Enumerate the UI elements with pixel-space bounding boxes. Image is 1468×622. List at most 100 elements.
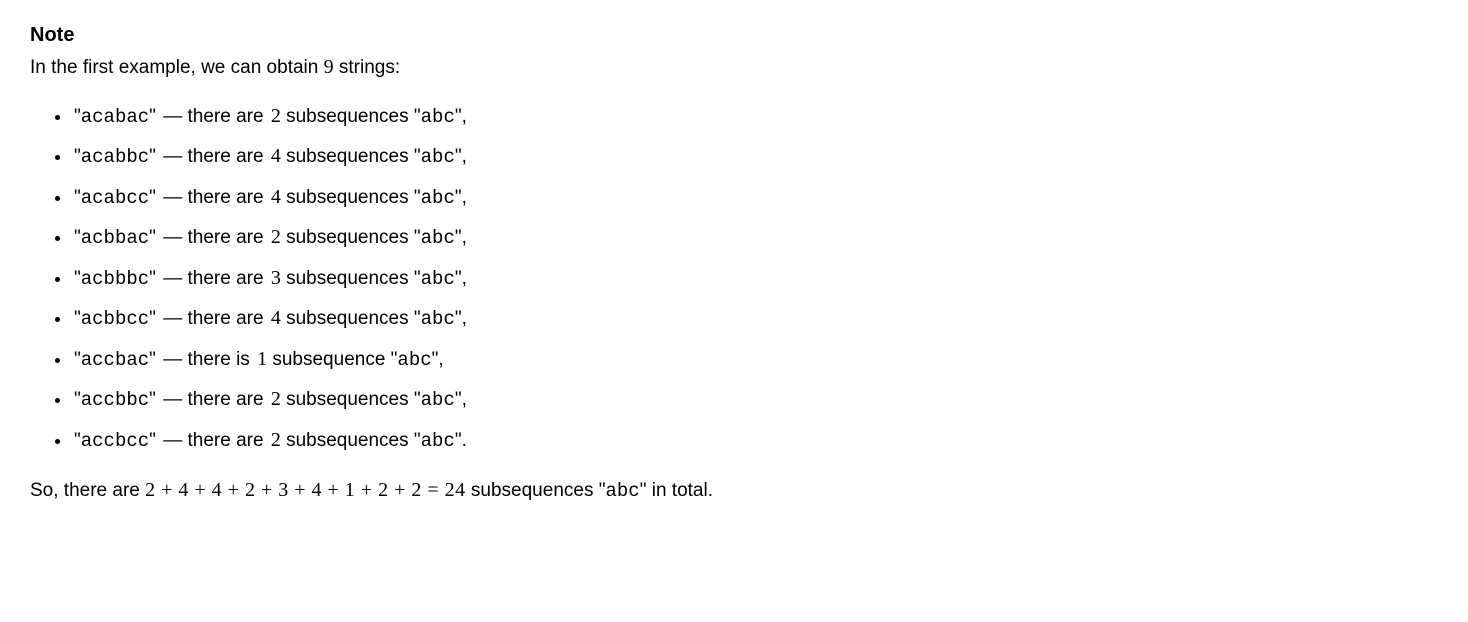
item-mid: subsequences	[281, 187, 414, 208]
summary-line: So, there are 2 + 4 + 4 + 2 + 3 + 4 + 1 …	[30, 475, 1438, 506]
list-item: "accbac" — there is 1 subsequence "abc",	[72, 344, 1438, 375]
item-phrase: — there are	[158, 430, 269, 451]
list-item: "acabac" — there are 2 subsequences "abc…	[72, 101, 1438, 132]
item-string: acbbbc	[81, 268, 149, 290]
intro-count: 9	[324, 56, 334, 78]
abc-code: abc	[605, 480, 639, 502]
quote-close-2: "	[455, 430, 462, 451]
item-phrase: — there are	[158, 106, 269, 127]
item-count: 1	[257, 348, 267, 370]
quote-open-2: "	[414, 146, 421, 167]
quote-close: "	[149, 106, 156, 127]
item-string: acabac	[81, 106, 149, 128]
item-count: 4	[271, 145, 281, 167]
quote-close: "	[149, 349, 156, 370]
item-string: acbbac	[81, 227, 149, 249]
quote-close: "	[149, 308, 156, 329]
list-item: "acabcc" — there are 4 subsequences "abc…	[72, 182, 1438, 213]
abc-code: abc	[421, 430, 455, 452]
abc-code: abc	[421, 227, 455, 249]
intro-prefix: In the first example, we can obtain	[30, 57, 324, 78]
item-count: 4	[271, 186, 281, 208]
quote-close-2: "	[455, 308, 462, 329]
quote-open: "	[74, 146, 81, 167]
item-string: acabbc	[81, 146, 149, 168]
item-mid: subsequences	[281, 227, 414, 248]
quote-close: "	[149, 430, 156, 451]
item-phrase: — there are	[158, 308, 269, 329]
summary-mid: subsequences	[466, 480, 599, 501]
quote-open: "	[74, 349, 81, 370]
item-phrase: — there are	[158, 389, 269, 410]
abc-code: abc	[421, 268, 455, 290]
item-mid: subsequence	[267, 349, 391, 370]
list-item: "acabbc" — there are 4 subsequences "abc…	[72, 141, 1438, 172]
item-count: 2	[271, 429, 281, 451]
item-terminator: ,	[462, 106, 467, 127]
item-count: 2	[271, 388, 281, 410]
list-item: "accbbc" — there are 2 subsequences "abc…	[72, 384, 1438, 415]
item-string: accbac	[81, 349, 149, 371]
item-terminator: ,	[462, 389, 467, 410]
quote-close-2: "	[455, 389, 462, 410]
item-string: acbbcc	[81, 308, 149, 330]
quote-open: "	[74, 227, 81, 248]
item-mid: subsequences	[281, 389, 414, 410]
quote-open-2: "	[414, 430, 421, 451]
summary-suffix: in total.	[646, 480, 713, 501]
quote-open: "	[74, 106, 81, 127]
list-item: "acbbbc" — there are 3 subsequences "abc…	[72, 263, 1438, 294]
item-mid: subsequences	[281, 268, 414, 289]
item-phrase: — there are	[158, 227, 269, 248]
summary-expression: 2 + 4 + 4 + 2 + 3 + 4 + 1 + 2 + 2 = 24	[145, 479, 466, 501]
summary-prefix: So, there are	[30, 480, 145, 501]
item-phrase: — there is	[158, 349, 255, 370]
item-terminator: ,	[462, 146, 467, 167]
abc-code: abc	[421, 389, 455, 411]
quote-close: "	[149, 389, 156, 410]
item-string: accbcc	[81, 430, 149, 452]
item-terminator: ,	[438, 349, 443, 370]
quote-close-2: "	[455, 268, 462, 289]
abc-code: abc	[397, 349, 431, 371]
item-terminator: ,	[462, 187, 467, 208]
item-terminator: .	[462, 430, 467, 451]
quote-open-2: "	[414, 268, 421, 289]
quote-open: "	[74, 389, 81, 410]
intro-line: In the first example, we can obtain 9 st…	[30, 52, 1438, 83]
item-mid: subsequences	[281, 146, 414, 167]
quote-open-2: "	[414, 308, 421, 329]
quote-close-2: "	[455, 106, 462, 127]
quote-close-2: "	[455, 227, 462, 248]
quote-close-2: "	[455, 187, 462, 208]
quote-open-2: "	[414, 106, 421, 127]
item-string: acabcc	[81, 187, 149, 209]
item-phrase: — there are	[158, 268, 269, 289]
item-string: accbbc	[81, 389, 149, 411]
list-item: "acbbcc" — there are 4 subsequences "abc…	[72, 303, 1438, 334]
abc-code: abc	[421, 106, 455, 128]
item-count: 2	[271, 105, 281, 127]
item-mid: subsequences	[281, 106, 414, 127]
list-item: "acbbac" — there are 2 subsequences "abc…	[72, 222, 1438, 253]
item-count: 3	[271, 267, 281, 289]
item-terminator: ,	[462, 227, 467, 248]
item-phrase: — there are	[158, 146, 269, 167]
item-phrase: — there are	[158, 187, 269, 208]
quote-open: "	[74, 430, 81, 451]
quote-open: "	[74, 268, 81, 289]
quote-close: "	[149, 187, 156, 208]
quote-close: "	[149, 268, 156, 289]
item-terminator: ,	[462, 268, 467, 289]
note-heading: Note	[30, 20, 1438, 50]
intro-suffix: strings:	[334, 57, 401, 78]
quote-open: "	[74, 187, 81, 208]
item-count: 2	[271, 226, 281, 248]
quote-close: "	[149, 227, 156, 248]
abc-code: abc	[421, 187, 455, 209]
example-list: "acabac" — there are 2 subsequences "abc…	[30, 101, 1438, 456]
list-item: "accbcc" — there are 2 subsequences "abc…	[72, 425, 1438, 456]
quote-open-2: "	[414, 389, 421, 410]
quote-open: "	[74, 308, 81, 329]
item-mid: subsequences	[281, 308, 414, 329]
